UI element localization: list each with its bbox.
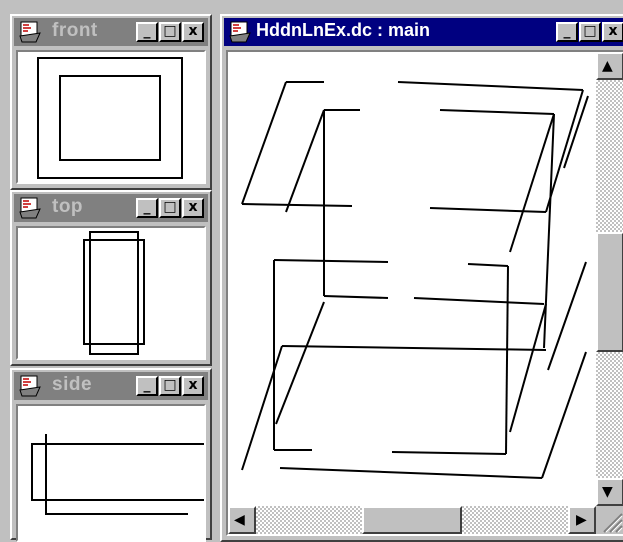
front-titlebar[interactable]: front _ □ x (14, 18, 208, 46)
side-outer-rect (31, 443, 204, 501)
side-window[interactable]: side _ □ x (10, 368, 212, 542)
document-icon[interactable] (228, 21, 252, 43)
front-inner-rect (59, 75, 161, 161)
vertical-scrollbar[interactable]: ▲ ▼ (596, 52, 623, 506)
maximize-button[interactable]: □ (159, 22, 181, 42)
close-button[interactable]: x (602, 22, 623, 42)
side-inner-line (45, 434, 188, 515)
top-view-drawing (83, 231, 145, 355)
front-view-drawing (37, 57, 183, 179)
top-window[interactable]: top _ □ x (10, 190, 212, 366)
main-title: HddnLnEx.dc : main (256, 20, 431, 40)
size-grip[interactable] (596, 506, 623, 534)
top-title: top (52, 196, 84, 217)
main-window[interactable]: HddnLnEx.dc : main _ □ x ▲ ▼ ◀ ▶ (220, 14, 623, 542)
document-icon[interactable] (18, 375, 42, 397)
scroll-up-button[interactable]: ▲ (596, 52, 623, 80)
side-view-drawing (31, 434, 204, 515)
close-button[interactable]: x (182, 376, 204, 396)
arrow-down-icon: ▼ (602, 484, 613, 500)
minimize-button[interactable]: _ (136, 22, 158, 42)
side-title: side (52, 374, 93, 395)
resize-grip-icon (603, 513, 623, 533)
minimize-button[interactable]: _ (136, 376, 158, 396)
top-view-canvas[interactable] (16, 226, 206, 360)
front-window-controls: _ □ x (135, 22, 204, 44)
arrow-up-icon: ▲ (602, 58, 613, 74)
arrow-right-icon: ▶ (576, 512, 587, 528)
minimize-button[interactable]: _ (556, 22, 578, 42)
scroll-down-button[interactable]: ▼ (596, 478, 623, 506)
scroll-right-button[interactable]: ▶ (568, 506, 596, 534)
maximize-button[interactable]: □ (159, 376, 181, 396)
vertical-scroll-thumb[interactable] (596, 232, 623, 352)
main-view-drawing (241, 81, 589, 479)
side-window-controls: _ □ x (135, 376, 204, 398)
front-view-canvas[interactable] (16, 50, 206, 184)
top-window-controls: _ □ x (135, 198, 204, 220)
document-icon[interactable] (18, 21, 42, 43)
top-titlebar[interactable]: top _ □ x (14, 194, 208, 222)
side-view-canvas[interactable] (16, 404, 206, 542)
close-button[interactable]: x (182, 198, 204, 218)
arrow-left-icon: ◀ (234, 512, 245, 528)
horizontal-scroll-thumb[interactable] (362, 506, 462, 534)
top-inner-rect (89, 231, 139, 355)
side-titlebar[interactable]: side _ □ x (14, 372, 208, 400)
minimize-button[interactable]: _ (136, 198, 158, 218)
document-icon[interactable] (18, 197, 42, 219)
maximize-button[interactable]: □ (159, 198, 181, 218)
horizontal-scrollbar[interactable]: ◀ ▶ (228, 506, 596, 534)
main-titlebar[interactable]: HddnLnEx.dc : main _ □ x (224, 18, 623, 46)
main-window-controls: _ □ x (555, 22, 623, 44)
main-view-canvas[interactable]: ▲ ▼ ◀ ▶ (226, 50, 623, 536)
maximize-button[interactable]: □ (579, 22, 601, 42)
close-button[interactable]: x (182, 22, 204, 42)
front-title: front (52, 20, 98, 41)
front-window[interactable]: front _ □ x (10, 14, 212, 190)
top-outer-rect (83, 239, 145, 345)
scroll-left-button[interactable]: ◀ (228, 506, 256, 534)
